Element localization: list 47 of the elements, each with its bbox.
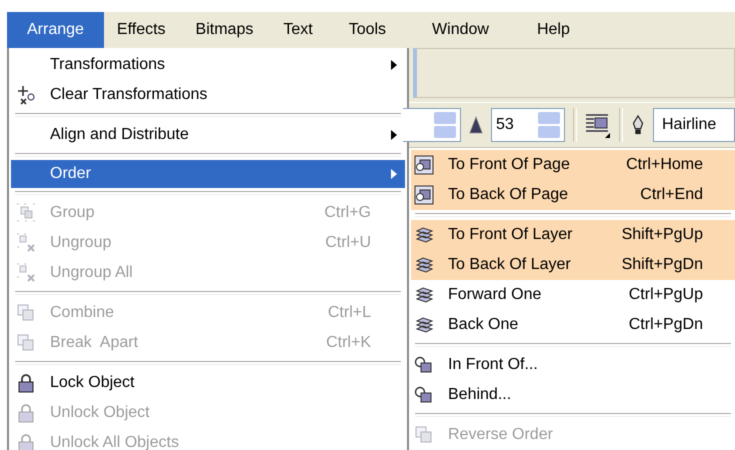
overlapping-squares-icon	[414, 425, 434, 445]
menu-bar-item[interactable]: Bitmaps	[182, 12, 266, 48]
overlapping-squares-icon	[16, 333, 36, 353]
menu-item[interactable]: Lock Object	[11, 368, 405, 398]
spin-field[interactable]: 53	[491, 108, 565, 142]
circle-square-icon	[414, 355, 434, 375]
overlapping-squares-icon	[16, 303, 36, 323]
triangle-icon	[469, 115, 483, 135]
field-value: 53	[496, 116, 514, 134]
menu-bar-item[interactable]: Effects	[104, 12, 179, 48]
circle-square-icon	[414, 385, 434, 405]
spin-buttons[interactable]	[538, 112, 560, 138]
menu-item[interactable]: In Front Of...	[411, 350, 735, 380]
menu-item[interactable]: Order	[11, 160, 405, 188]
menu-bar-item[interactable]: Window	[419, 12, 502, 48]
padlock-icon	[16, 403, 36, 423]
menu-bar-item[interactable]: Text	[270, 12, 326, 48]
menu-item[interactable]: To Front Of Page Ctrl+Home	[411, 150, 735, 180]
menu-bar-item[interactable]: Tools	[336, 12, 400, 48]
stacked-sheets-icon	[414, 315, 434, 335]
menu-item[interactable]: Forward One Ctrl+PgUp	[411, 280, 735, 310]
menu-item[interactable]: To Back Of Layer Shift+PgDn	[411, 250, 735, 280]
spin-field[interactable]	[403, 108, 461, 142]
menu-item[interactable]: Back One Ctrl+PgDn	[411, 310, 735, 340]
move-cross-icon	[16, 85, 36, 105]
stacked-sheets-icon	[414, 225, 434, 245]
menu-item[interactable]: Align and Distribute	[11, 120, 405, 150]
outline-width-field[interactable]: Hairline	[653, 108, 735, 142]
spin-buttons[interactable]	[434, 112, 456, 138]
menu-bar-item[interactable]: Help	[524, 12, 583, 48]
menu-item[interactable]: Behind...	[411, 380, 735, 410]
dotted-squares-icon	[16, 233, 36, 253]
padlock-icon	[16, 373, 36, 393]
dotted-squares-icon	[16, 203, 36, 223]
menu-item[interactable]: Transformations	[11, 50, 405, 80]
menu-item[interactable]: To Front Of Layer Shift+PgUp	[411, 220, 735, 250]
dotted-squares-icon	[16, 263, 36, 283]
stacked-sheets-icon	[414, 255, 434, 275]
pen-nib-icon	[631, 115, 645, 135]
stacked-sheets-icon	[414, 285, 434, 305]
menu-bar-item[interactable]: Arrange	[7, 12, 104, 48]
text-wrap-icon[interactable]	[585, 112, 611, 138]
padlock-icon	[16, 433, 36, 450]
framed-square-icon	[414, 155, 434, 175]
menu-item[interactable]: Clear Transformations	[11, 80, 405, 110]
framed-square-icon	[414, 185, 434, 205]
menu-item[interactable]: To Back Of Page Ctrl+End	[411, 180, 735, 210]
